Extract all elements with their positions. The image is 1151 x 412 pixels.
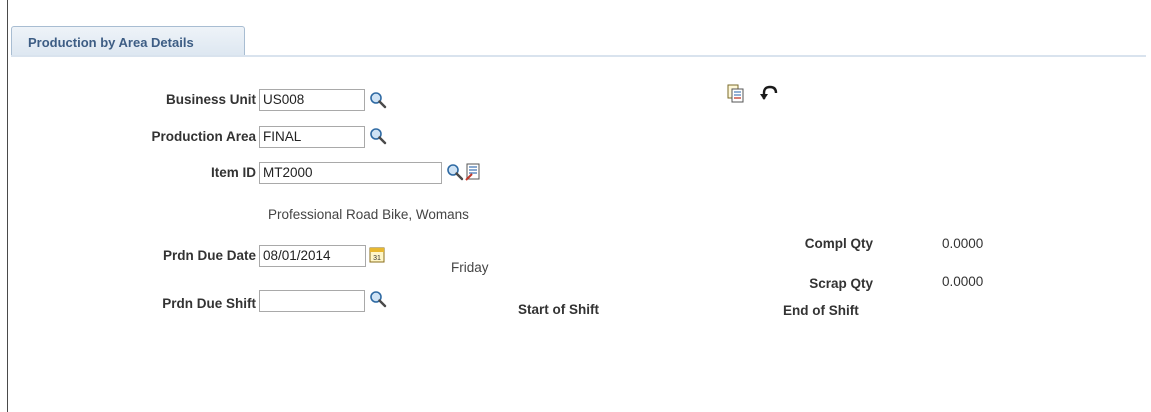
compl-qty-label: Compl Qty [804,236,873,251]
item-description: Professional Road Bike, Womans [268,207,469,222]
production-area-field[interactable]: FINAL [259,126,365,148]
search-icon[interactable] [369,127,387,145]
calendar-icon[interactable]: 31 [369,246,385,263]
scrap-qty-label: Scrap Qty [809,276,873,291]
search-icon[interactable] [369,290,387,308]
item-id-field[interactable]: MT2000 [259,162,442,184]
business-unit-field[interactable]: US008 [259,89,365,111]
scrap-qty-value: 0.0000 [942,274,984,289]
search-icon[interactable] [369,91,387,109]
prdn-due-shift-field[interactable] [259,290,365,312]
item-id-label: Item ID [210,165,256,180]
svg-text:31: 31 [373,255,381,262]
production-area-label: Production Area [151,129,256,144]
report-icon[interactable] [727,84,745,103]
prdn-due-date-field[interactable]: 08/01/2014 [259,245,366,267]
window-left-border [7,0,8,412]
prdn-due-shift-label: Prdn Due Shift [162,296,256,311]
business-unit-label: Business Unit [165,92,256,107]
compl-qty-value: 0.0000 [942,236,984,251]
item-detail-icon[interactable] [465,163,482,181]
tab-label: Production by Area Details [28,35,194,50]
start-of-shift-label: Start of Shift [518,302,599,317]
day-name: Friday [451,260,489,275]
tab-production-by-area-details[interactable]: Production by Area Details [11,26,245,56]
prdn-due-date-label: Prdn Due Date [162,248,256,263]
search-icon[interactable] [446,163,464,181]
end-of-shift-label: End of Shift [783,303,859,318]
tab-underline [11,55,1146,57]
return-icon[interactable] [760,85,780,101]
